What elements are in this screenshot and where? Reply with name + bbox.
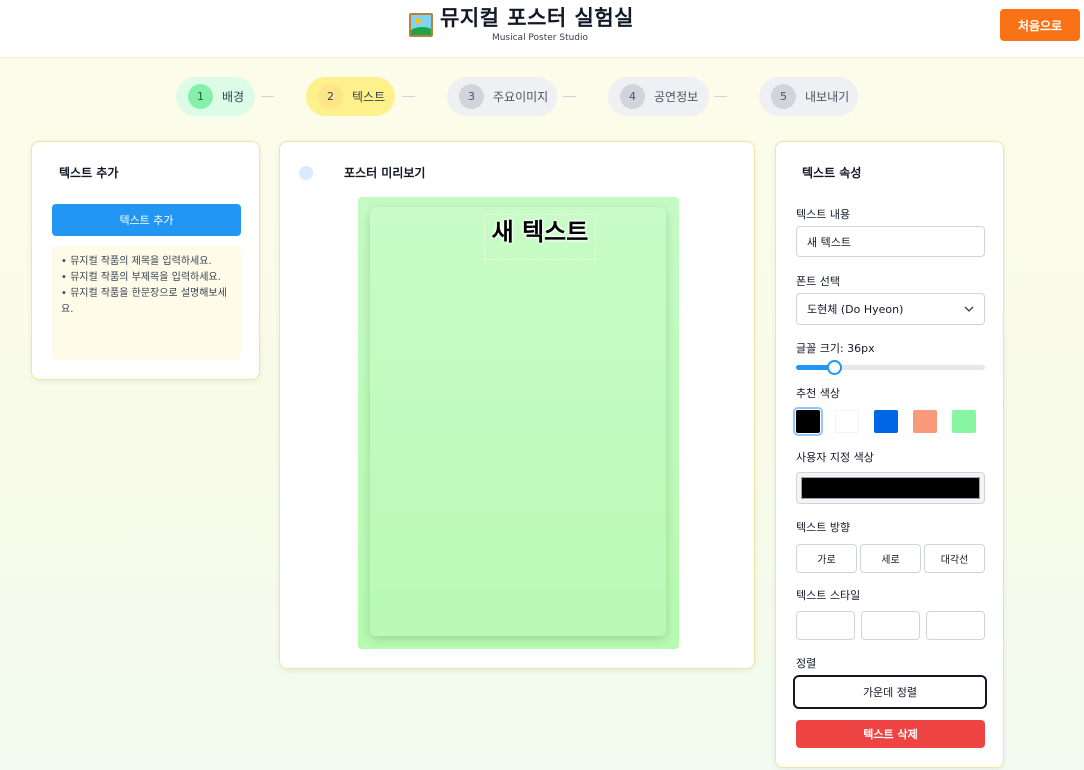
swatch-black[interactable] xyxy=(793,407,823,436)
font-label: 폰트 선택 xyxy=(796,275,840,288)
font-size-label: 글꼴 크기: 36px xyxy=(796,342,875,355)
style-label: 텍스트 스타일 xyxy=(796,589,861,602)
tips-box: • 뮤지컬 작품의 제목을 입력하세요. • 뮤지컬 작품의 부제목을 입력하세… xyxy=(52,246,241,360)
direction-horizontal-button[interactable]: 가로 xyxy=(796,544,857,573)
text-properties-panel: 텍스트 속성 텍스트 내용 폰트 선택 도현체 (Do Hyeon) 글꼴 크기… xyxy=(775,141,1004,768)
delete-text-button[interactable]: 텍스트 삭제 xyxy=(796,720,985,748)
step-label: 배경 xyxy=(222,90,245,104)
app-title: 뮤지컬 포스터 실험실 xyxy=(440,6,635,30)
tip-item: • 뮤지컬 작품의 부제목을 입력하세요. xyxy=(61,272,221,283)
recommended-colors-label: 추천 색상 xyxy=(796,387,840,400)
step-main-image[interactable]: 3 주요이미지 xyxy=(447,77,557,116)
app-header: 뮤지컬 포스터 실험실 Musical Poster Studio 처음으로 xyxy=(0,0,1084,58)
step-number: 4 xyxy=(620,84,645,109)
font-select-value: 도현체 (Do Hyeon) xyxy=(807,303,904,316)
swatch-blue[interactable] xyxy=(874,410,898,433)
add-text-panel: 텍스트 추가 텍스트 추가 • 뮤지컬 작품의 제목을 입력하세요. • 뮤지컬… xyxy=(31,141,260,380)
center-align-button[interactable]: 가운데 정렬 xyxy=(793,675,987,709)
panel-title: 텍스트 속성 xyxy=(802,166,862,180)
step-number: 2 xyxy=(318,84,343,109)
step-label: 텍스트 xyxy=(352,90,386,104)
direction-vertical-button[interactable]: 세로 xyxy=(860,544,921,573)
step-label: 공연정보 xyxy=(654,90,699,104)
slider-thumb[interactable] xyxy=(826,360,842,375)
poster-canvas[interactable] xyxy=(370,207,666,636)
custom-color-fill xyxy=(801,477,980,499)
add-text-button[interactable]: 텍스트 추가 xyxy=(52,204,241,236)
swatch-salmon[interactable] xyxy=(913,410,937,433)
step-label: 주요이미지 xyxy=(493,90,549,104)
poster-text-element[interactable]: 새 텍스트 xyxy=(484,214,596,260)
step-divider xyxy=(714,96,727,97)
panel-title: 텍스트 추가 xyxy=(59,166,119,180)
home-button[interactable]: 처음으로 xyxy=(1000,9,1080,41)
tip-item: • 뮤지컬 작품을 한문장으로 설명해보세요. xyxy=(61,288,227,315)
swatch-green[interactable] xyxy=(952,410,976,433)
swatch-white[interactable] xyxy=(835,410,859,433)
step-number: 1 xyxy=(188,84,213,109)
panel-title: 포스터 미리보기 xyxy=(344,166,426,180)
text-content-input[interactable] xyxy=(796,226,985,257)
step-number: 3 xyxy=(459,84,484,109)
style-option-button[interactable] xyxy=(926,611,985,640)
font-size-slider[interactable] xyxy=(796,360,985,375)
step-background[interactable]: 1 배경 xyxy=(176,77,255,116)
step-number: 5 xyxy=(771,84,796,109)
step-text[interactable]: 2 텍스트 xyxy=(306,77,395,116)
tip-item: • 뮤지컬 작품의 제목을 입력하세요. xyxy=(61,256,212,267)
step-export[interactable]: 5 내보내기 xyxy=(759,77,858,116)
direction-diagonal-button[interactable]: 대각선 xyxy=(924,544,985,573)
step-show-info[interactable]: 4 공연정보 xyxy=(608,77,709,116)
direction-label: 텍스트 방향 xyxy=(796,521,851,534)
step-divider xyxy=(563,96,576,97)
status-dot xyxy=(299,166,313,180)
content-label: 텍스트 내용 xyxy=(796,208,851,221)
step-divider xyxy=(402,96,415,97)
font-select[interactable]: 도현체 (Do Hyeon) xyxy=(796,293,985,325)
picture-icon xyxy=(409,13,433,37)
chevron-down-icon xyxy=(964,306,974,312)
style-option-button[interactable] xyxy=(861,611,920,640)
style-option-button[interactable] xyxy=(796,611,855,640)
custom-color-picker[interactable] xyxy=(796,472,985,504)
step-label: 내보내기 xyxy=(805,90,850,104)
align-label: 정렬 xyxy=(796,657,817,670)
custom-color-label: 사용자 지정 색상 xyxy=(796,451,874,464)
step-divider xyxy=(261,96,274,97)
app-subtitle: Musical Poster Studio xyxy=(491,33,589,43)
poster-preview-panel: 포스터 미리보기 새 텍스트 xyxy=(279,141,755,669)
